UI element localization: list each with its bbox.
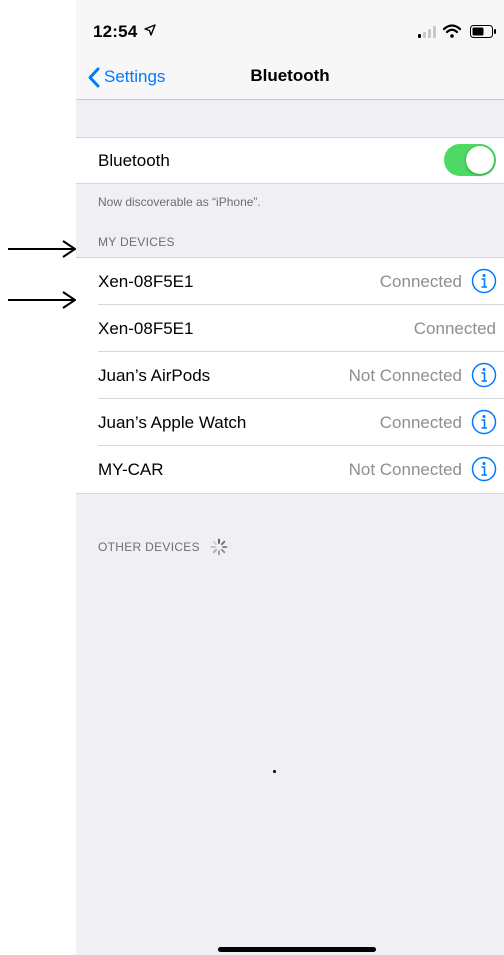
status-time: 12:54 bbox=[93, 22, 138, 41]
wifi-icon bbox=[443, 24, 461, 38]
battery-icon bbox=[470, 25, 496, 38]
bluetooth-toggle[interactable] bbox=[444, 144, 496, 176]
bluetooth-label: Bluetooth bbox=[98, 151, 170, 170]
device-status: Connected bbox=[379, 272, 462, 291]
my-devices-header: MY DEVICES bbox=[98, 235, 175, 249]
arrow-annotation-icon bbox=[8, 240, 77, 258]
location-arrow-icon bbox=[144, 24, 156, 36]
cellular-signal-icon bbox=[418, 26, 436, 38]
loading-spinner-icon bbox=[210, 538, 228, 556]
device-row[interactable]: Juan’s AirPods Not Connected bbox=[76, 352, 504, 399]
navigation-bar: Settings Bluetooth bbox=[76, 56, 504, 100]
device-status: Not Connected bbox=[348, 366, 462, 385]
device-row[interactable]: MY-CAR Not Connected bbox=[76, 446, 504, 493]
toggle-knob bbox=[466, 146, 494, 174]
device-name: Juan’s Apple Watch bbox=[98, 413, 247, 432]
bluetooth-toggle-row: Bluetooth bbox=[76, 137, 504, 184]
device-name: Juan’s AirPods bbox=[98, 366, 211, 385]
device-row[interactable]: Xen-08F5E1 Connected bbox=[76, 258, 504, 305]
device-name: MY-CAR bbox=[98, 460, 164, 479]
device-name: Xen-08F5E1 bbox=[98, 272, 194, 291]
device-row[interactable]: Xen-08F5E1 Connected bbox=[76, 305, 504, 352]
device-status: Connected bbox=[413, 319, 496, 338]
my-devices-list: Xen-08F5E1 Connected Xen-08F5E1 Connecte… bbox=[76, 257, 504, 494]
discoverable-note: Now discoverable as “iPhone”. bbox=[98, 195, 261, 209]
device-name: Xen-08F5E1 bbox=[98, 319, 194, 338]
info-icon[interactable] bbox=[471, 456, 497, 482]
page-title: Bluetooth bbox=[250, 66, 330, 85]
other-devices-label: OTHER DEVICES bbox=[98, 540, 200, 554]
device-status: Not Connected bbox=[348, 460, 462, 479]
stray-dot bbox=[273, 770, 276, 773]
info-icon[interactable] bbox=[471, 268, 497, 294]
home-indicator[interactable] bbox=[218, 947, 376, 952]
arrow-annotation-icon bbox=[8, 291, 77, 309]
bluetooth-settings-screen: 12:54 Settings Bluetooth Bluetooth Now d… bbox=[76, 0, 504, 955]
info-icon[interactable] bbox=[471, 362, 497, 388]
other-devices-header: OTHER DEVICES bbox=[98, 538, 228, 556]
status-bar: 12:54 bbox=[76, 0, 504, 56]
device-status: Connected bbox=[379, 413, 462, 432]
info-icon[interactable] bbox=[471, 409, 497, 435]
device-row[interactable]: Juan’s Apple Watch Connected bbox=[76, 399, 504, 446]
